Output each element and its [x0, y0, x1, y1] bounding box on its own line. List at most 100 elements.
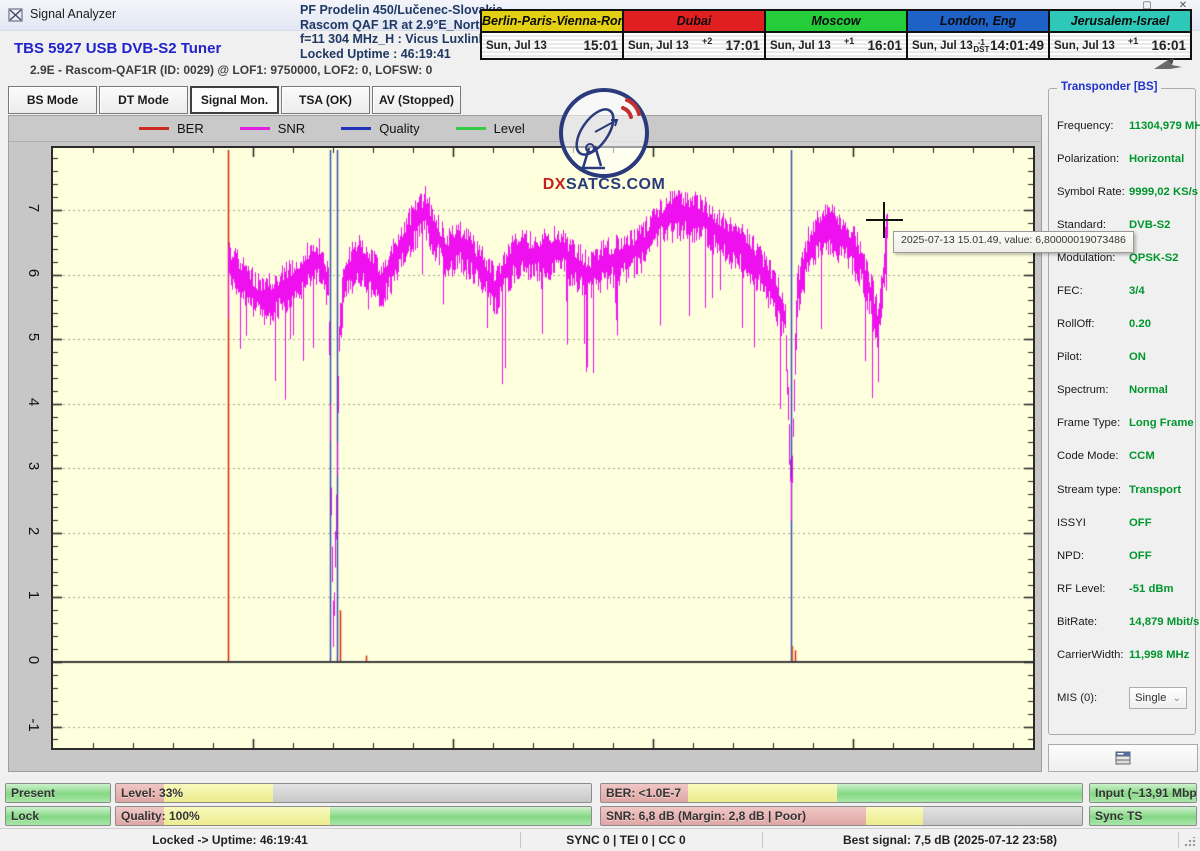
legend-item-ber: BER	[139, 121, 204, 136]
transponder-field-row: Pilot:ON	[1049, 341, 1195, 374]
y-axis-tick-label: 5	[21, 325, 45, 349]
mis-select[interactable]: Single ⌄	[1129, 687, 1187, 709]
field-value: 14,879 Mbit/s	[1129, 616, 1199, 628]
field-label: RF Level:	[1057, 583, 1129, 595]
bar-segment-gray	[923, 807, 1082, 825]
tuner-title: TBS 5927 USB DVB-S2 Tuner	[14, 40, 221, 57]
clock-time-row: Sun, Jul 13+116:01	[1050, 33, 1190, 58]
field-value: OFF	[1129, 517, 1152, 529]
clock-offset: -1DST	[973, 39, 989, 53]
statusbar-section: Locked -> Uptime: 46:19:41	[152, 833, 308, 847]
resize-grip-icon[interactable]	[1184, 837, 1196, 847]
transponder-field-row: Spectrum:Normal	[1049, 374, 1195, 407]
clock-time: 15:01	[583, 38, 618, 53]
tab-dt-mode[interactable]: DT Mode	[99, 86, 188, 114]
site-info-line: f=11 304 MHz_H : Vicus Luxlink	[300, 32, 500, 47]
field-value: 3/4	[1129, 285, 1145, 297]
legend-label: SNR	[278, 121, 305, 136]
transponder-field-row: BitRate:14,879 Mbit/s	[1049, 605, 1195, 638]
field-label: Pilot:	[1057, 351, 1129, 363]
legend-label: Quality	[379, 121, 419, 136]
y-axis-tick-label: -1	[21, 713, 45, 737]
world-clock: DubaiSun, Jul 13+217:01	[622, 9, 766, 60]
transponder-field-row: FEC:3/4	[1049, 274, 1195, 307]
mis-label: MIS (0):	[1057, 692, 1129, 704]
clock-city: London, Eng	[908, 11, 1048, 33]
statusbar-section: Best signal: 7,5 dB (2025-07-12 23:58)	[843, 833, 1057, 847]
clock-time-row: Sun, Jul 13+217:01	[624, 33, 764, 58]
bar-segment-green	[330, 807, 591, 825]
y-axis-tick-label: 7	[21, 196, 45, 220]
transponder-field-row: Symbol Rate:9999,02 KS/s	[1049, 175, 1195, 208]
legend-item-quality: Quality	[341, 121, 419, 136]
clock-offset: +1	[1128, 36, 1138, 46]
field-label: CarrierWidth:	[1057, 649, 1129, 661]
logo-text-dx: DX	[543, 176, 566, 193]
indicator-bar-level: Level: 33%	[115, 783, 592, 803]
bar-label: SNR: 6,8 dB (Margin: 2,8 dB | Poor)	[606, 807, 806, 825]
bar-segment-yellow	[866, 807, 924, 825]
app-title: Signal Analyzer	[30, 7, 116, 21]
clock-date: Sun, Jul 13	[912, 40, 973, 52]
transponder-field-row: Polarization:Horizontal	[1049, 142, 1195, 175]
clock-time: 17:01	[725, 38, 760, 53]
site-info-line: Locked Uptime : 46:19:41	[300, 47, 500, 62]
y-axis-tick-label: 3	[21, 454, 45, 478]
clock-offset: +1	[844, 36, 854, 46]
statusbar: Locked -> Uptime: 46:19:41 SYNC 0 | TEI 0…	[0, 828, 1200, 851]
tab-tsa-ok-[interactable]: TSA (OK)	[281, 86, 370, 114]
field-label: Code Mode:	[1057, 450, 1129, 462]
transponder-field-row: ISSYIOFF	[1049, 506, 1195, 539]
field-label: ISSYI	[1057, 517, 1129, 529]
mode-tabs: BS ModeDT ModeSignal Mon.TSA (OK)AV (Sto…	[8, 86, 461, 114]
legend-swatch	[139, 127, 169, 130]
transponder-panel: Transponder [BS] Frequency:11304,979 MHz…	[1048, 88, 1196, 735]
transponder-fields: Frequency:11304,979 MHzPolarization:Hori…	[1049, 109, 1195, 672]
legend-label: Level	[494, 121, 525, 136]
field-value: -51 dBm	[1129, 583, 1174, 595]
y-axis-tick-label: 6	[21, 261, 45, 285]
bar-label: Input (~13,91 Mbps)	[1095, 784, 1197, 802]
tab-av-stopped-[interactable]: AV (Stopped)	[372, 86, 461, 114]
site-info-line: PF Prodelin 450/Lučenec-Slovakia	[300, 3, 500, 18]
bar-label: Quality: 100%	[121, 807, 200, 825]
y-axis-tick-label: 0	[21, 648, 45, 672]
field-label: Frame Type:	[1057, 417, 1129, 429]
indicator-bar-quality: Quality: 100%	[115, 806, 592, 826]
clock-date: Sun, Jul 13	[628, 40, 689, 52]
statusbar-section: SYNC 0 | TEI 0 | CC 0	[566, 833, 685, 847]
field-label: BitRate:	[1057, 616, 1129, 628]
clock-time: 14:01:49	[990, 38, 1044, 53]
tab-bs-mode[interactable]: BS Mode	[8, 86, 97, 114]
field-value: OFF	[1129, 550, 1152, 562]
chevron-down-icon: ⌄	[1173, 693, 1181, 704]
world-clock: London, EngSun, Jul 13-1DST14:01:49	[906, 9, 1050, 60]
transponder-panel-title: Transponder [BS]	[1057, 81, 1161, 93]
bar-segment-gray	[273, 784, 591, 802]
indicator-bar-present: Present	[5, 783, 111, 803]
world-clock: Jerusalem-IsraelSun, Jul 13+116:01	[1048, 9, 1192, 60]
field-value: 11,998 MHz	[1129, 649, 1189, 661]
field-value: ON	[1129, 351, 1146, 363]
clock-city: Dubai	[624, 11, 764, 33]
legend-label: BER	[177, 121, 204, 136]
svg-text:DXSATCS.COM: DXSATCS.COM	[543, 176, 665, 193]
clock-time-row: Sun, Jul 13+116:01	[766, 33, 906, 58]
chart-plot-area[interactable]	[51, 146, 1035, 750]
clock-time: 16:01	[1151, 38, 1186, 53]
field-label: Spectrum:	[1057, 384, 1129, 396]
dxsatcs-watermark: DXSATCS.COM	[543, 86, 665, 201]
field-value: Normal	[1129, 384, 1168, 396]
tab-signal-mon-[interactable]: Signal Mon.	[190, 86, 279, 114]
transponder-field-row: Code Mode:CCM	[1049, 440, 1195, 473]
legend-item-level: Level	[456, 121, 525, 136]
logo-text-satcs: SATCS.COM	[566, 176, 665, 193]
statusbar-divider	[762, 832, 763, 848]
statusbar-divider	[520, 832, 521, 848]
field-value: QPSK-S2	[1129, 252, 1179, 264]
bar-label: Level: 33%	[121, 784, 183, 802]
field-value: CCM	[1129, 450, 1155, 462]
clock-time-row: Sun, Jul 13-1DST14:01:49	[908, 33, 1048, 58]
field-value: Horizontal	[1129, 153, 1184, 165]
ts-dialog-button[interactable]	[1048, 744, 1198, 772]
